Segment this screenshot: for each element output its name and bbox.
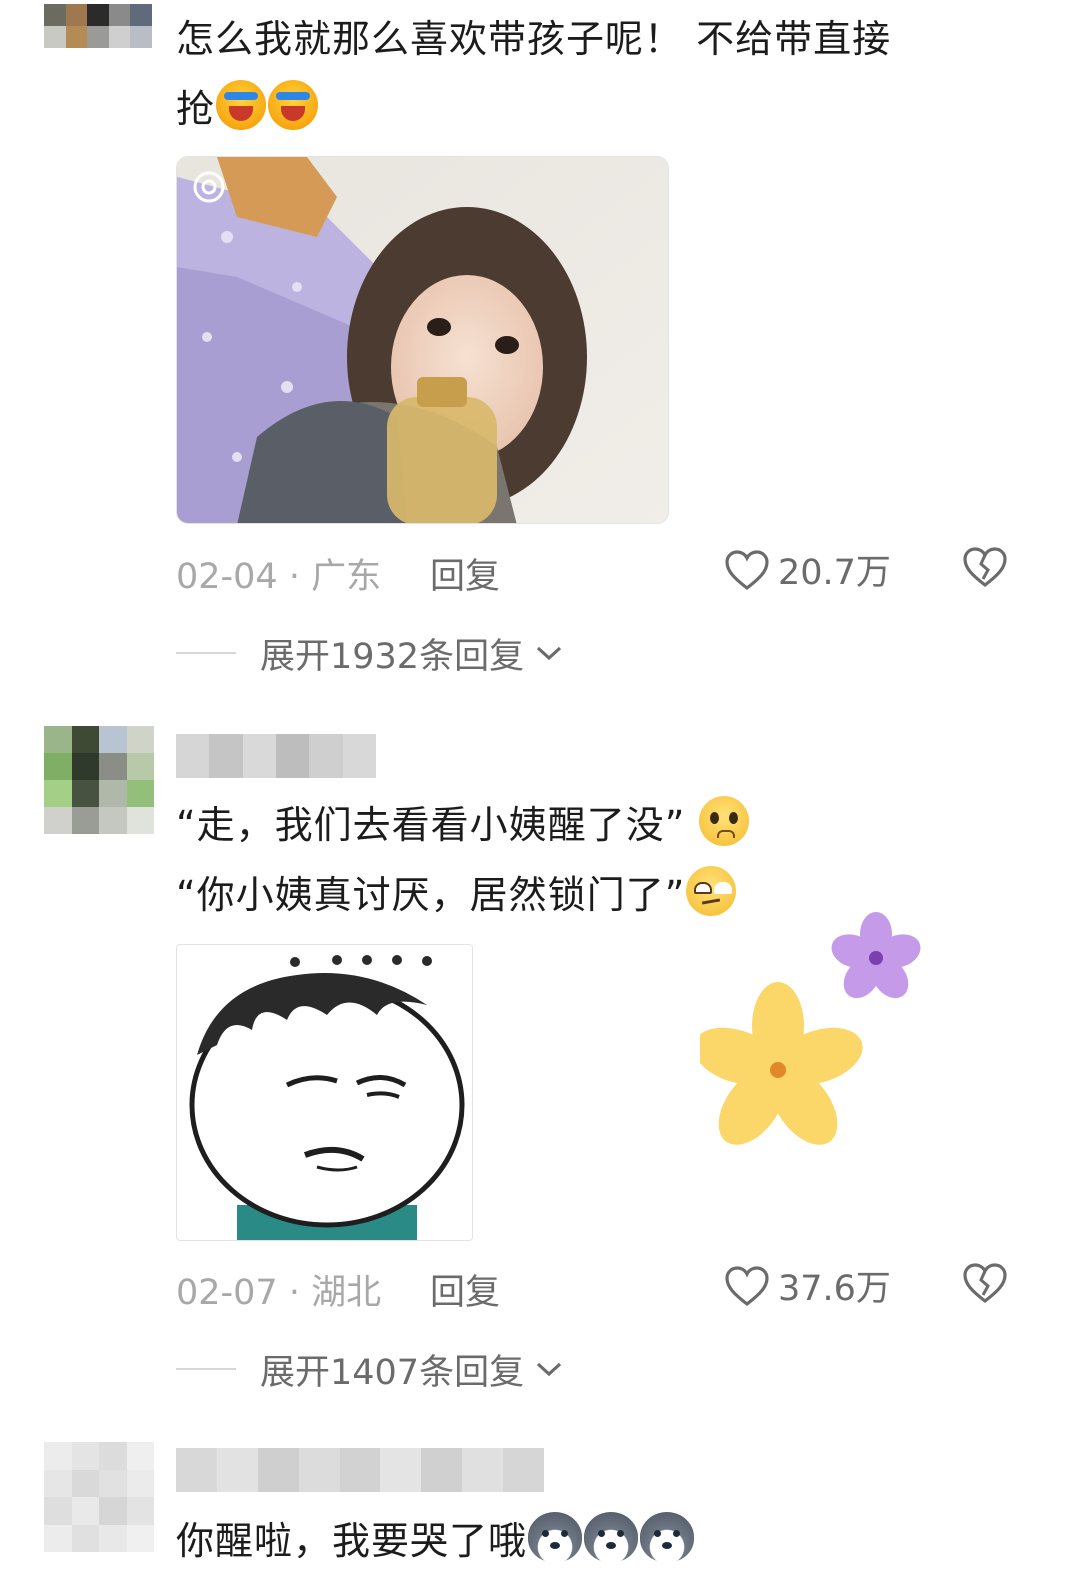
date-location: 02-04 · 广东 <box>176 557 382 597</box>
avatar[interactable] <box>44 1442 154 1552</box>
like-count: 37.6万 <box>778 1269 891 1309</box>
comment-text-fragment: “走，我们去看看小姨醒了没” <box>176 803 686 847</box>
comment-text: “走，我们去看看小姨醒了没” “你小姨真讨厌，居然锁门了” <box>176 790 1036 930</box>
dislike-button[interactable] <box>962 546 1008 597</box>
divider <box>176 652 236 654</box>
laughing-crying-emoji-icon <box>268 80 319 130</box>
heart-outline-icon <box>725 549 769 590</box>
like-button[interactable]: 37.6万 <box>724 1260 891 1311</box>
like-button[interactable]: 20.7万 <box>724 544 891 595</box>
heart-outline-icon <box>725 1265 769 1306</box>
like-count: 20.7万 <box>778 553 891 593</box>
divider <box>176 1368 236 1370</box>
pleading-emoji-icon <box>699 796 750 846</box>
eye-roll-emoji-icon <box>686 866 737 916</box>
husky-dog-emoji-icon <box>584 1512 639 1562</box>
reply-button[interactable]: 回复 <box>430 548 500 599</box>
comment-meta: 02-04 · 广东 回复 20.7万 <box>176 540 1036 600</box>
husky-dog-emoji-icon <box>640 1512 695 1562</box>
comment-text-line: “走，我们去看看小姨醒了没” <box>176 790 1036 860</box>
date-location: 02-07 · 湖北 <box>176 1273 382 1313</box>
avatar[interactable] <box>44 726 154 834</box>
comment-text-line: 你醒啦，我要哭了哦 <box>176 1506 1036 1576</box>
comment-text-fragment: “你小姨真讨厌，居然锁门了” <box>176 873 686 917</box>
broken-heart-icon <box>963 547 1007 588</box>
expand-replies-button[interactable]: 展开1932条回复 <box>176 628 564 678</box>
broken-heart-icon <box>963 1263 1007 1304</box>
comment-text-line: 怎么我就那么喜欢带孩子呢！ 不给带直接 <box>176 17 892 61</box>
expand-replies-label: 展开1932条回复 <box>260 636 525 677</box>
username[interactable] <box>176 734 376 778</box>
comment-text: 怎么我就那么喜欢带孩子呢！ 不给带直接 抢 <box>176 4 1036 144</box>
chevron-down-icon <box>537 646 562 661</box>
comment-meta: 02-07 · 湖北 回复 37.6万 <box>176 1256 1036 1316</box>
comment-text-fragment: 你醒啦，我要哭了哦 <box>176 1519 528 1563</box>
laughing-crying-emoji-icon <box>216 80 267 130</box>
chevron-down-icon <box>537 1362 562 1377</box>
username[interactable] <box>176 1448 544 1492</box>
attached-photo[interactable] <box>176 156 669 524</box>
meme-face-sticker <box>177 945 472 1240</box>
dislike-button[interactable] <box>962 1262 1008 1313</box>
comment-text-line: 抢 <box>176 74 1036 144</box>
husky-dog-emoji-icon <box>528 1512 583 1562</box>
photo-child-drinking <box>177 157 668 523</box>
comment-text: 你醒啦，我要哭了哦 <box>176 1506 1036 1576</box>
expand-replies-label: 展开1407条回复 <box>260 1352 525 1393</box>
flower-decoration <box>693 910 930 1150</box>
attached-sticker[interactable] <box>176 944 473 1241</box>
reply-button[interactable]: 回复 <box>430 1264 500 1315</box>
avatar[interactable] <box>44 4 152 48</box>
flower-icon <box>693 912 921 1145</box>
comment-text-fragment: 抢 <box>176 87 216 131</box>
expand-replies-button[interactable]: 展开1407条回复 <box>176 1344 564 1394</box>
